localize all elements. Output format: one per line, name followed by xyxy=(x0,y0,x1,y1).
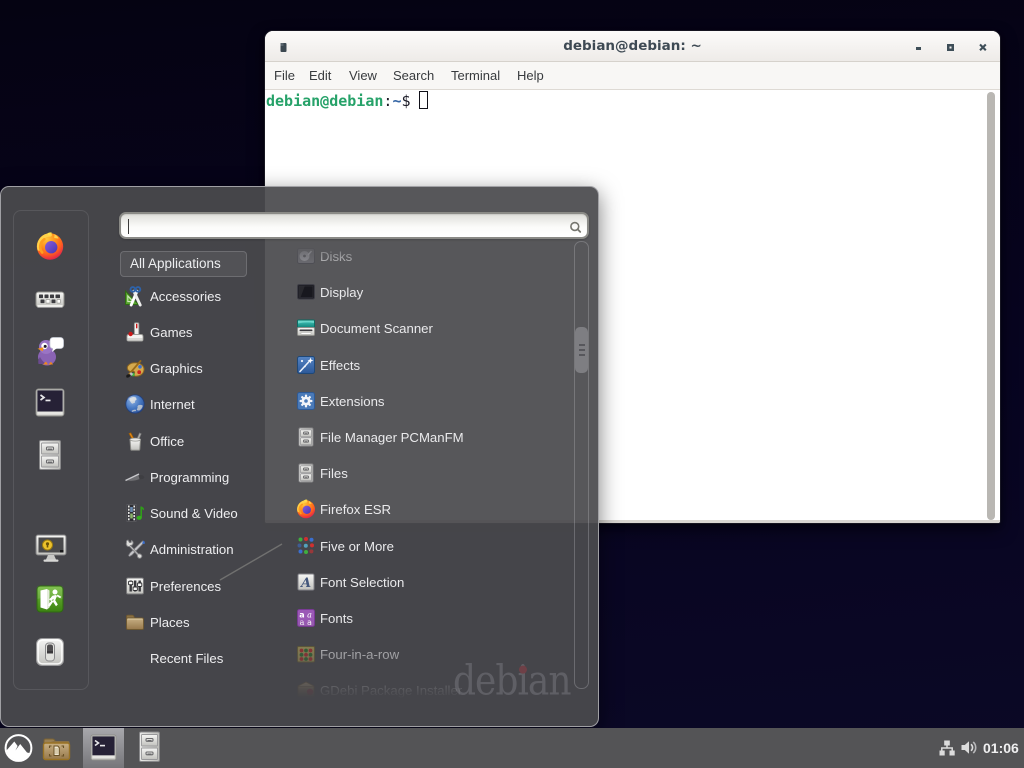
firefox-esr-icon xyxy=(295,498,317,520)
terminal-scrollbar[interactable] xyxy=(987,92,995,520)
category-programming[interactable]: Programming xyxy=(119,459,289,495)
preferences-icon xyxy=(124,575,146,597)
graphics-icon xyxy=(124,357,146,379)
category-preferences[interactable]: Preferences xyxy=(119,568,289,604)
app-font-selection[interactable]: A Font Selection xyxy=(286,564,569,600)
app-four-in-a-row[interactable]: Four-in-a-row xyxy=(286,636,569,672)
category-office[interactable]: Office xyxy=(119,423,289,459)
gdebi-icon xyxy=(295,679,317,701)
volume-icon[interactable] xyxy=(960,739,978,756)
app-document-scanner[interactable]: Document Scanner xyxy=(286,310,569,346)
category-administration[interactable]: Administration xyxy=(119,531,289,567)
terminal-cursor xyxy=(419,91,428,109)
menu-file[interactable]: File xyxy=(274,62,295,89)
four-in-a-row-icon xyxy=(295,643,317,665)
terminal-title: debian@debian: ~ xyxy=(265,31,1000,62)
category-recent-files[interactable]: Recent Files xyxy=(119,640,289,676)
desktop-screen: debian@debian: ~ File Edit View Search T… xyxy=(0,0,1024,768)
administration-icon xyxy=(124,538,146,560)
category-games[interactable]: Games xyxy=(119,314,289,350)
maximize-button[interactable] xyxy=(937,31,963,62)
svg-text:a: a xyxy=(307,618,312,627)
scrollbar-grip-line xyxy=(579,354,585,356)
logout-icon[interactable] xyxy=(34,583,66,615)
minimize-button[interactable] xyxy=(905,31,931,62)
app-gdebi[interactable]: GDebi Package Installer xyxy=(286,672,569,703)
terminal-window-icon xyxy=(278,40,289,54)
firefox-favorite-icon[interactable] xyxy=(34,230,66,262)
category-places[interactable]: Places xyxy=(119,604,289,640)
app-file-manager-pcmanfm[interactable]: File Manager PCManFM xyxy=(286,419,569,455)
terminal-menubar: File Edit View Search Terminal Help xyxy=(265,62,1000,90)
files-icon xyxy=(295,462,317,484)
document-scanner-icon xyxy=(295,317,317,339)
lock-screen-icon[interactable] xyxy=(34,532,68,564)
category-graphics[interactable]: Graphics xyxy=(119,350,289,386)
network-icon[interactable] xyxy=(939,740,955,756)
file-manager-pcmanfm-icon xyxy=(295,426,317,448)
app-display[interactable]: Display xyxy=(286,274,569,310)
internet-icon xyxy=(124,393,146,415)
file-cabinet-favorite-icon[interactable] xyxy=(34,439,66,471)
menu-button[interactable] xyxy=(3,733,34,763)
programming-icon xyxy=(124,466,146,488)
applications-menu: debian xyxy=(0,186,599,727)
five-or-more-icon xyxy=(295,535,317,557)
accessories-icon xyxy=(124,285,146,307)
scrollbar-grip-line xyxy=(579,349,585,351)
sound-video-icon xyxy=(124,502,146,524)
effects-icon xyxy=(295,354,317,376)
disks-icon xyxy=(295,245,317,267)
app-effects[interactable]: Effects xyxy=(286,347,569,383)
panel-clock[interactable]: 01:06 xyxy=(983,728,1023,768)
app-files[interactable]: Files xyxy=(286,455,569,491)
menu-edit[interactable]: Edit xyxy=(309,62,331,89)
terminal-taskbar-button[interactable] xyxy=(83,728,124,768)
menu-help[interactable]: Help xyxy=(517,62,544,89)
pidgin-favorite-icon[interactable] xyxy=(34,335,66,367)
svg-text:a: a xyxy=(300,618,305,627)
menu-search[interactable]: Search xyxy=(393,62,434,89)
fonts-icon: a a a a xyxy=(295,607,317,629)
app-disks[interactable]: Disks xyxy=(286,241,569,274)
app-extensions[interactable]: Extensions xyxy=(286,383,569,419)
all-applications-button[interactable]: All Applications xyxy=(120,251,247,277)
keyboard-favorite-icon[interactable] xyxy=(34,283,66,315)
bottom-panel: 01:06 xyxy=(0,728,1024,768)
terminal-favorite-icon[interactable] xyxy=(34,387,66,419)
app-fonts[interactable]: a a a a Fonts xyxy=(286,600,569,636)
search-input[interactable] xyxy=(119,212,589,239)
scrollbar-grip-line xyxy=(579,344,585,346)
application-list: Disks Display Document Scanner xyxy=(286,241,569,703)
games-icon xyxy=(124,321,146,343)
places-icon xyxy=(124,611,146,633)
app-five-or-more[interactable]: Five or More xyxy=(286,528,569,564)
shell-prompt: debian@debian:~$ xyxy=(266,92,411,110)
font-selection-icon: A xyxy=(295,571,317,593)
file-manager-launcher-icon[interactable] xyxy=(41,736,72,762)
menu-terminal[interactable]: Terminal xyxy=(451,62,500,89)
recent-files-icon xyxy=(124,647,146,669)
office-icon xyxy=(124,430,146,452)
category-sound-video[interactable]: Sound & Video xyxy=(119,495,289,531)
menu-view[interactable]: View xyxy=(349,62,377,89)
menu-scrollbar-track[interactable] xyxy=(574,241,589,689)
app-firefox-esr[interactable]: Firefox ESR xyxy=(286,491,569,527)
files-launcher-icon[interactable] xyxy=(138,731,161,763)
search-icon xyxy=(567,218,583,234)
extensions-icon xyxy=(295,390,317,412)
search-caret xyxy=(128,219,129,234)
category-accessories[interactable]: Accessories xyxy=(119,278,289,314)
close-button[interactable] xyxy=(970,31,996,62)
display-icon xyxy=(295,281,317,303)
category-internet[interactable]: Internet xyxy=(119,386,289,422)
menu-scrollbar-thumb[interactable] xyxy=(575,327,588,373)
svg-text:A: A xyxy=(299,576,311,591)
shutdown-icon[interactable] xyxy=(34,636,66,668)
terminal-icon xyxy=(90,734,117,762)
